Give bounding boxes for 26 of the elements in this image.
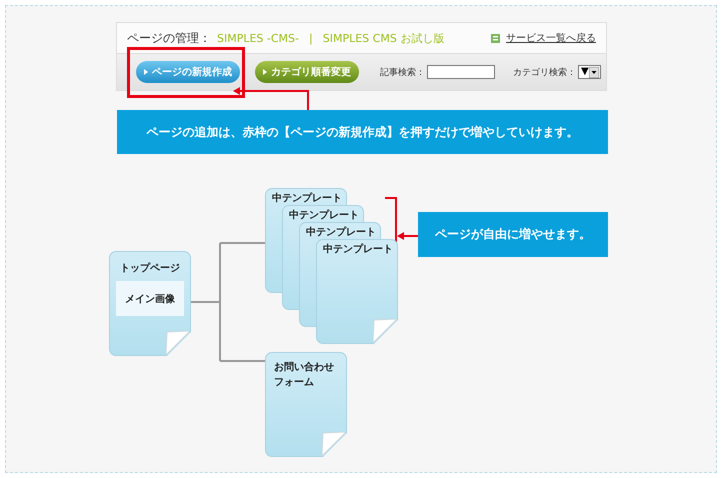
site-name: SIMPLES CMS お試し版 <box>322 30 444 46</box>
card-title: お問い合わせ フォーム <box>274 361 335 390</box>
card-title: 中テンプレート <box>272 191 343 205</box>
pointer-arrow <box>397 232 418 240</box>
page-curl-icon <box>373 319 397 343</box>
site-name: SIMPLES -CMS- <box>217 32 300 44</box>
card-title: トップページ <box>119 261 181 275</box>
main-image-box: メイン画像 <box>116 281 184 316</box>
category-select[interactable]: ▼ <box>578 65 601 79</box>
field-label: 記事検索： <box>380 66 425 78</box>
field-label: カテゴリ検索： <box>513 66 576 78</box>
search-field[interactable] <box>427 65 495 79</box>
card-title: 中テンプレート <box>323 242 394 256</box>
list-icon <box>491 34 500 42</box>
page-title: ページの管理： <box>127 30 211 46</box>
page-curl-icon <box>322 432 346 456</box>
card-title: 中テンプレート <box>306 225 377 239</box>
dropdown-icon <box>588 66 599 78</box>
callout-banner: ページが自由に増やせます。 <box>418 212 608 257</box>
caret-icon <box>263 69 267 75</box>
caret-icon <box>144 69 148 75</box>
separator: | <box>309 32 313 44</box>
back-link[interactable]: サービス一覧へ戻る <box>506 31 596 45</box>
card-title: 中テンプレート <box>289 208 360 222</box>
callout-banner: ページの追加は、赤枠の【ページの新規作成】を押すだけで増やしていけます。 <box>117 110 608 154</box>
page-curl-icon <box>166 331 190 355</box>
